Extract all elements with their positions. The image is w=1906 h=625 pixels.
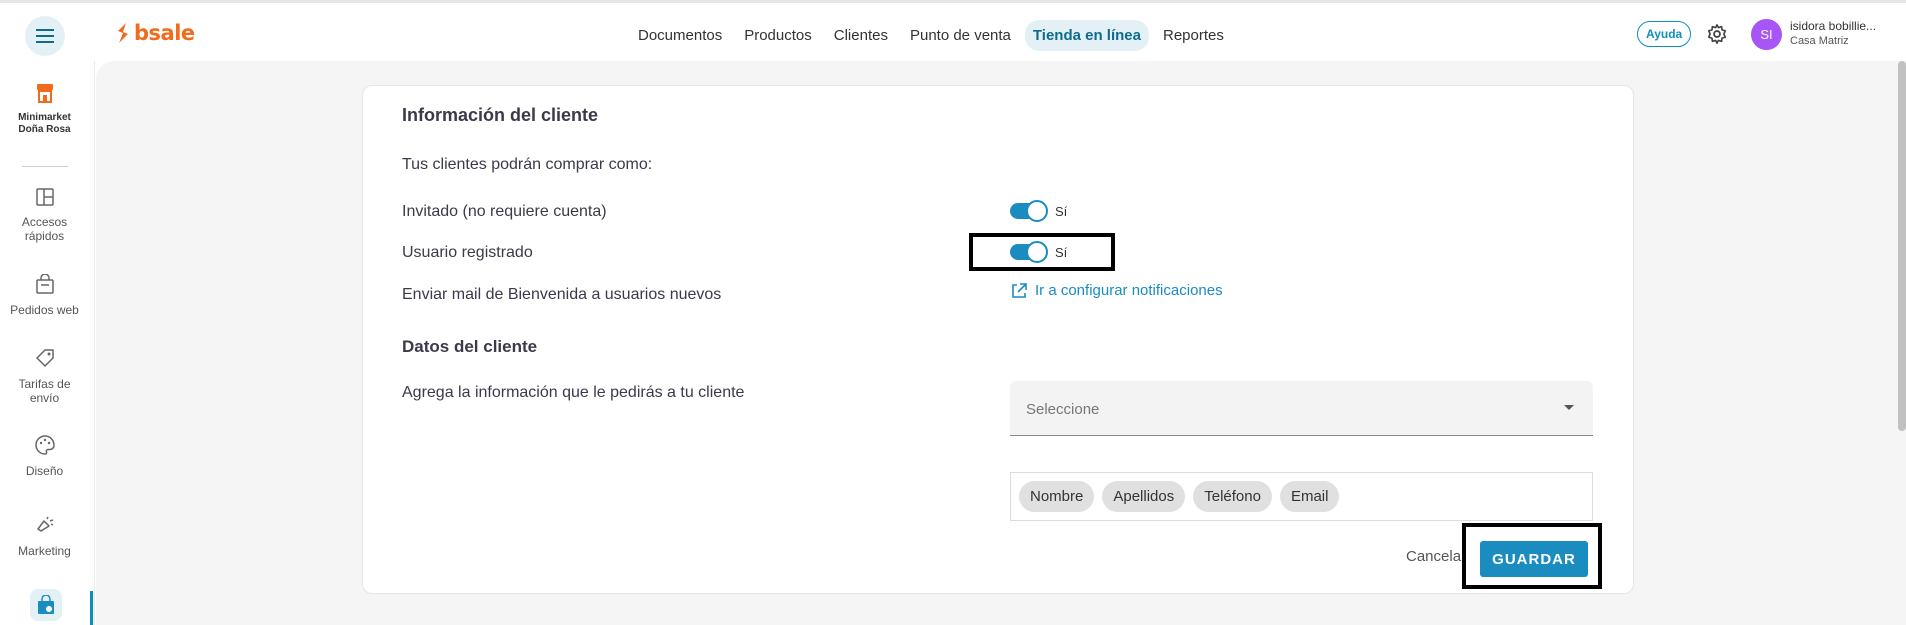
shopping-bag-icon	[35, 273, 54, 294]
main-nav: Documentos Productos Clientes Punto de v…	[630, 20, 1232, 51]
nav-clientes[interactable]: Clientes	[826, 20, 896, 51]
palette-icon	[34, 435, 55, 455]
user-name: isidora bobillie...	[1790, 19, 1877, 33]
nav-punto-de-venta[interactable]: Punto de venta	[902, 20, 1019, 51]
registered-user-toggle[interactable]: Sí	[1010, 241, 1068, 263]
selected-fields-box: Nombre Apellidos Teléfono Email	[1010, 472, 1593, 521]
menu-icon[interactable]	[25, 16, 65, 56]
card-title: Información del cliente	[402, 105, 599, 125]
store-selector[interactable]: Minimarket Doña Rosa	[0, 83, 89, 136]
sidebar-item-marketing[interactable]: Marketing	[0, 515, 89, 558]
store-name-line2: Doña Rosa	[18, 124, 71, 135]
top-bar: bsale Documentos Productos Clientes Punt…	[0, 0, 1906, 61]
guest-label: Invitado (no requiere cuenta)	[402, 203, 607, 220]
sidebar-item-label: rápidos	[24, 229, 65, 243]
nav-documentos[interactable]: Documentos	[630, 20, 730, 51]
notifications-link[interactable]: Ir a configurar notificaciones	[1011, 282, 1223, 299]
bsale-logo[interactable]: bsale	[116, 21, 195, 45]
chip-telefono[interactable]: Teléfono	[1193, 481, 1272, 512]
nav-productos[interactable]: Productos	[736, 20, 820, 51]
client-data-description: Agrega la información que le pedirás a t…	[402, 384, 745, 401]
bsale-logo-icon	[118, 23, 128, 43]
toggle-state: Sí	[1055, 244, 1068, 260]
guest-toggle[interactable]: Sí	[1010, 200, 1068, 222]
avatar[interactable]: SI	[1751, 19, 1782, 50]
sidebar-item-label: envío	[29, 391, 60, 405]
sidebar-item-tarifas-de-envio[interactable]: Tarifas de envío	[0, 348, 89, 405]
megaphone-icon	[36, 516, 53, 532]
sidebar-item-label: Pedidos web	[10, 303, 79, 317]
registered-user-label: Usuario registrado	[402, 244, 533, 261]
sidebar-item-label: Accesos	[21, 215, 68, 229]
sidebar-item-pedidos-web[interactable]: Pedidos web	[0, 273, 89, 317]
client-fields-select[interactable]: Seleccione	[1010, 381, 1593, 436]
store-icon	[36, 84, 53, 103]
purchase-as-label: Tus clientes podrán comprar como:	[402, 156, 653, 173]
chip-apellidos[interactable]: Apellidos	[1102, 481, 1186, 512]
tag-icon	[35, 349, 54, 367]
sidebar-item-label: Diseño	[25, 464, 64, 478]
layout-icon	[35, 188, 54, 206]
welcome-mail-label: Enviar mail de Bienvenida a usuarios nue…	[402, 286, 722, 303]
toggle-switch[interactable]	[1010, 241, 1048, 263]
gear-icon[interactable]	[1706, 23, 1728, 50]
store-name-line1: Minimarket	[18, 112, 71, 123]
toggle-state: Sí	[1055, 203, 1068, 219]
chip-email[interactable]: Email	[1279, 481, 1340, 512]
nav-tienda-en-linea[interactable]: Tienda en línea	[1024, 20, 1149, 51]
sidebar: Minimarket Doña Rosa Accesos rápidos Pedi…	[0, 61, 95, 625]
select-placeholder: Seleccione	[1026, 401, 1100, 418]
save-button[interactable]: GUARDAR	[1480, 541, 1588, 577]
store-bag-icon	[38, 595, 54, 614]
cancel-button[interactable]: Cancelar	[1406, 548, 1466, 565]
user-branch: Casa Matriz	[1790, 35, 1849, 47]
notifications-link-label: Ir a configurar notificaciones	[1035, 282, 1223, 299]
brand-name: bsale	[134, 21, 195, 45]
toggle-switch[interactable]	[1010, 200, 1048, 222]
nav-reportes[interactable]: Reportes	[1155, 20, 1232, 51]
help-button[interactable]: Ayuda	[1637, 21, 1692, 47]
caret-down-icon	[1564, 405, 1574, 410]
sidebar-divider	[22, 166, 68, 167]
external-link-icon	[1012, 282, 1027, 298]
chip-nombre[interactable]: Nombre	[1019, 481, 1095, 512]
sidebar-item-label: Tarifas de	[18, 377, 71, 391]
user-menu[interactable]: isidora bobillie... Casa Matriz	[1790, 19, 1876, 49]
sidebar-item-diseno[interactable]: Diseño	[0, 435, 89, 478]
active-indicator	[90, 591, 93, 625]
sidebar-item-label: Marketing	[18, 544, 71, 558]
client-data-title: Datos del cliente	[402, 337, 538, 356]
sidebar-item-accesos-rapidos[interactable]: Accesos rápidos	[0, 188, 89, 243]
sidebar-item-tienda-en-linea[interactable]	[30, 589, 62, 621]
scrollbar[interactable]	[1898, 61, 1906, 431]
